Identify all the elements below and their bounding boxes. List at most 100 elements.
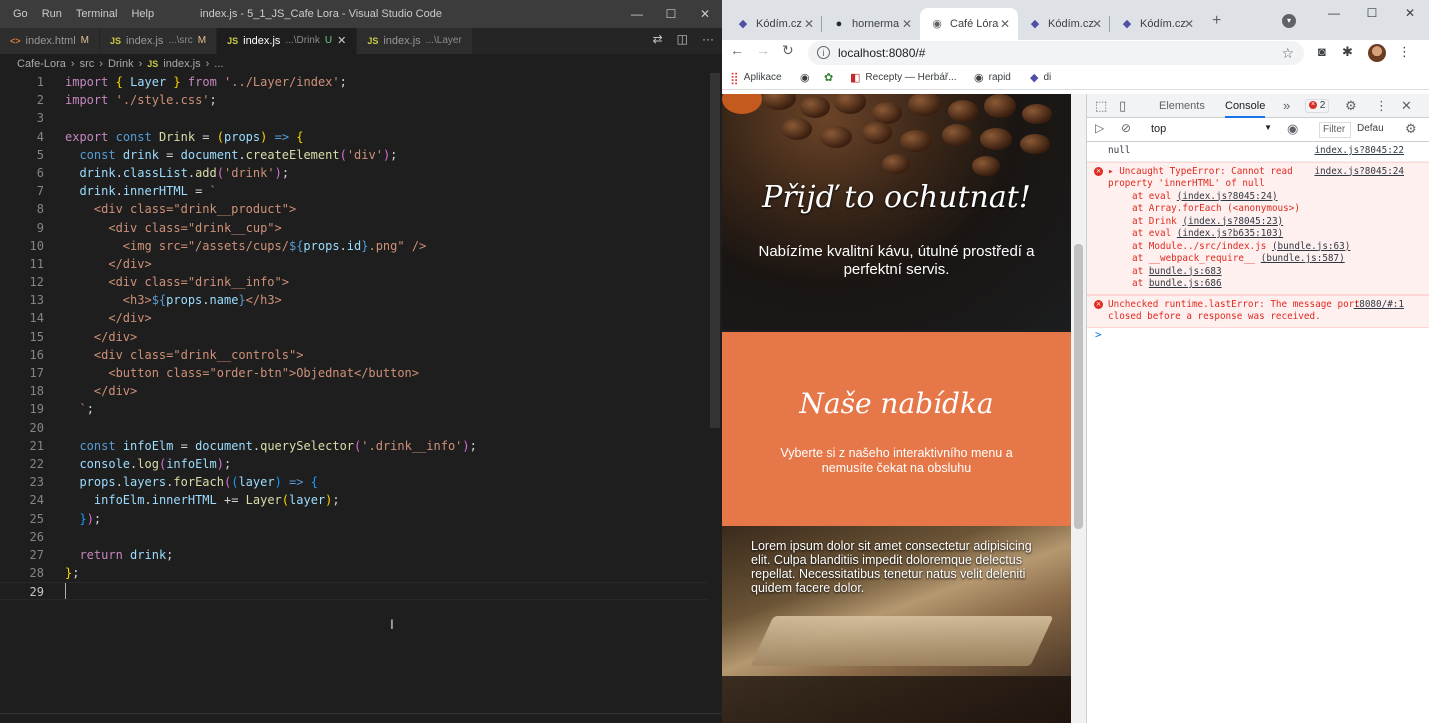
close-devtools-icon[interactable]: ✕	[1401, 94, 1412, 118]
close-tab-icon[interactable]: ✕	[1184, 17, 1194, 31]
source-link[interactable]: index.js?8045:24	[1314, 166, 1404, 179]
error-count-badge[interactable]: × 2	[1305, 99, 1330, 113]
tab-elements[interactable]: Elements	[1159, 94, 1205, 118]
bookmark-item[interactable]: ◧ Recepty — Herbář...	[850, 66, 957, 90]
tab-search-icon[interactable]: ▾	[1282, 14, 1296, 28]
more-options-icon[interactable]: ⋮	[1375, 94, 1388, 118]
address-bar[interactable]: i localhost:8080/# ☆	[808, 41, 1304, 65]
menu-run[interactable]: Run	[35, 0, 69, 28]
browser-tab[interactable]: ◆ Kódím.cz ✕	[1018, 8, 1110, 40]
page-viewport[interactable]: Přijď to ochutnat! Nabízíme kvalitní káv…	[722, 94, 1086, 723]
site-info-icon[interactable]: i	[817, 46, 830, 59]
split-editor-icon[interactable]: ◫	[677, 32, 688, 46]
scrollbar-thumb[interactable]	[1074, 244, 1083, 529]
code-editor[interactable]: 1 import { Layer } from '../Layer/index';…	[0, 73, 708, 693]
line-number: 10	[29, 238, 44, 253]
tab-console[interactable]: Console	[1225, 94, 1266, 118]
code-line: 20	[0, 419, 708, 437]
bookmark-item[interactable]: ◉	[800, 66, 810, 90]
menu-go[interactable]: Go	[6, 0, 35, 28]
breadcrumb-item[interactable]: index.js	[163, 54, 200, 74]
back-arrow-icon[interactable]: ←	[730, 42, 744, 58]
editor-tabs: <> index.html M JS index.js ...\src M JS…	[0, 28, 722, 54]
close-tab-icon[interactable]: ✕	[804, 17, 814, 31]
code-line: 25 });	[0, 510, 708, 528]
more-tabs-icon[interactable]: »	[1283, 94, 1290, 118]
close-tab-icon[interactable]: ✕	[337, 28, 346, 54]
breadcrumb-item[interactable]: Cafe-Lora	[17, 54, 66, 74]
tab-path: ...\Layer	[425, 35, 462, 46]
breadcrumb-item[interactable]: ...	[214, 54, 223, 74]
forward-arrow-icon[interactable]: →	[756, 42, 770, 58]
filter-input[interactable]: Filter	[1319, 122, 1351, 138]
extensions-puzzle-icon[interactable]: ✱	[1342, 44, 1353, 60]
sidebar-toggle-icon[interactable]: ▷	[1095, 121, 1104, 135]
apps-grid-icon: ⣿	[730, 71, 739, 85]
code-line: 4 export const Drink = (props) => {	[0, 128, 708, 146]
tab-label: index.html	[25, 35, 76, 47]
line-number: 11	[29, 256, 44, 271]
maximize-icon[interactable]: ☐	[1353, 0, 1391, 28]
close-icon[interactable]: ✕	[1391, 0, 1429, 28]
bookmark-apps[interactable]: ⣿ Aplikace	[730, 66, 782, 90]
breadcrumb-item[interactable]: Drink	[108, 54, 134, 74]
source-link[interactable]: index.js?8045:22	[1314, 145, 1404, 158]
browser-tab-active[interactable]: ◉ Café Lóra ✕	[920, 8, 1018, 40]
tab-title: hornerma	[852, 18, 900, 30]
device-toolbar-icon[interactable]: ▯	[1119, 94, 1126, 118]
tab-index-html[interactable]: <> index.html M	[0, 28, 100, 54]
browser-tab[interactable]: ◆ Kódím.cz ✕	[726, 8, 822, 40]
minimize-icon[interactable]: —	[1315, 0, 1353, 28]
close-tab-icon[interactable]: ✕	[1092, 17, 1102, 31]
menu-help[interactable]: Help	[124, 0, 161, 28]
code-line: 17 <button class="order-btn">Objednat</b…	[0, 364, 708, 382]
bookmark-item[interactable]: ◉ rapid	[974, 66, 1011, 90]
minimize-icon[interactable]: —	[620, 0, 654, 28]
page-scrollbar[interactable]	[1071, 94, 1086, 723]
line-number: 1	[36, 75, 44, 89]
close-tab-icon[interactable]: ✕	[1000, 17, 1010, 31]
close-icon[interactable]: ✕	[688, 0, 722, 28]
inspect-element-icon[interactable]: ⬚	[1095, 94, 1107, 118]
bookmark-icon: ◧	[850, 72, 861, 84]
log-levels-dropdown[interactable]: Defau	[1357, 123, 1384, 134]
browser-tab[interactable]: ◆ Kódím.cz ✕	[1110, 8, 1202, 40]
globe-icon: ◉	[800, 72, 810, 84]
tab-index-js-src[interactable]: JS index.js ...\src M	[100, 28, 218, 54]
reload-icon[interactable]: ↻	[782, 42, 794, 59]
bookmark-item[interactable]: ◆ di	[1030, 66, 1051, 90]
close-tab-icon[interactable]: ✕	[902, 17, 912, 31]
live-expression-eye-icon[interactable]: ◉	[1287, 121, 1298, 137]
maximize-icon[interactable]: ☐	[654, 0, 688, 28]
line-number: 4	[36, 129, 44, 144]
tab-index-js-drink[interactable]: JS index.js ...\Drink U ✕	[217, 28, 358, 54]
console-output[interactable]: null index.js?8045:22 × ▸ Uncaught TypeE…	[1087, 142, 1429, 723]
bookmark-item[interactable]: ✿	[824, 66, 833, 90]
hero-text: Nabízíme kvalitní kávu, útulné prostředí…	[758, 243, 1035, 278]
tab-index-js-layer[interactable]: JS index.js ...\Layer	[357, 28, 473, 54]
new-tab-button[interactable]: +	[1212, 12, 1221, 30]
gallery-text: Lorem ipsum dolor sit amet consectetur a…	[751, 539, 1032, 595]
editor-scrollbar[interactable]	[710, 73, 722, 713]
clear-console-icon[interactable]: ⊘	[1121, 121, 1131, 135]
line-number: 5	[36, 147, 44, 162]
profile-avatar[interactable]	[1368, 44, 1386, 62]
open-changes-icon[interactable]: ⇄	[653, 32, 663, 46]
code-line: 8 <div class="drink__product">	[0, 200, 708, 218]
bookmark-star-icon[interactable]: ☆	[1281, 41, 1294, 65]
line-number: 23	[29, 475, 44, 490]
console-settings-gear-icon[interactable]: ⚙	[1405, 121, 1417, 137]
more-actions-icon[interactable]: ···	[702, 32, 714, 46]
extension-icon[interactable]: ◙	[1318, 44, 1326, 59]
code-line: 18 </div>	[0, 382, 708, 400]
scrollbar-thumb[interactable]	[710, 73, 720, 428]
console-prompt[interactable]: >	[1095, 328, 1102, 341]
settings-gear-icon[interactable]: ⚙	[1345, 94, 1357, 118]
context-selector[interactable]: top ▼	[1151, 123, 1272, 135]
source-link[interactable]: :8080/#:1	[1354, 299, 1404, 312]
breadcrumb-item[interactable]: src	[80, 54, 95, 74]
stack-frame: at Drink (index.js?8045:23)	[1132, 215, 1284, 227]
menu-terminal[interactable]: Terminal	[69, 0, 125, 28]
chrome-menu-icon[interactable]: ⋮	[1398, 44, 1411, 60]
browser-tab[interactable]: ● hornerma ✕	[822, 8, 920, 40]
